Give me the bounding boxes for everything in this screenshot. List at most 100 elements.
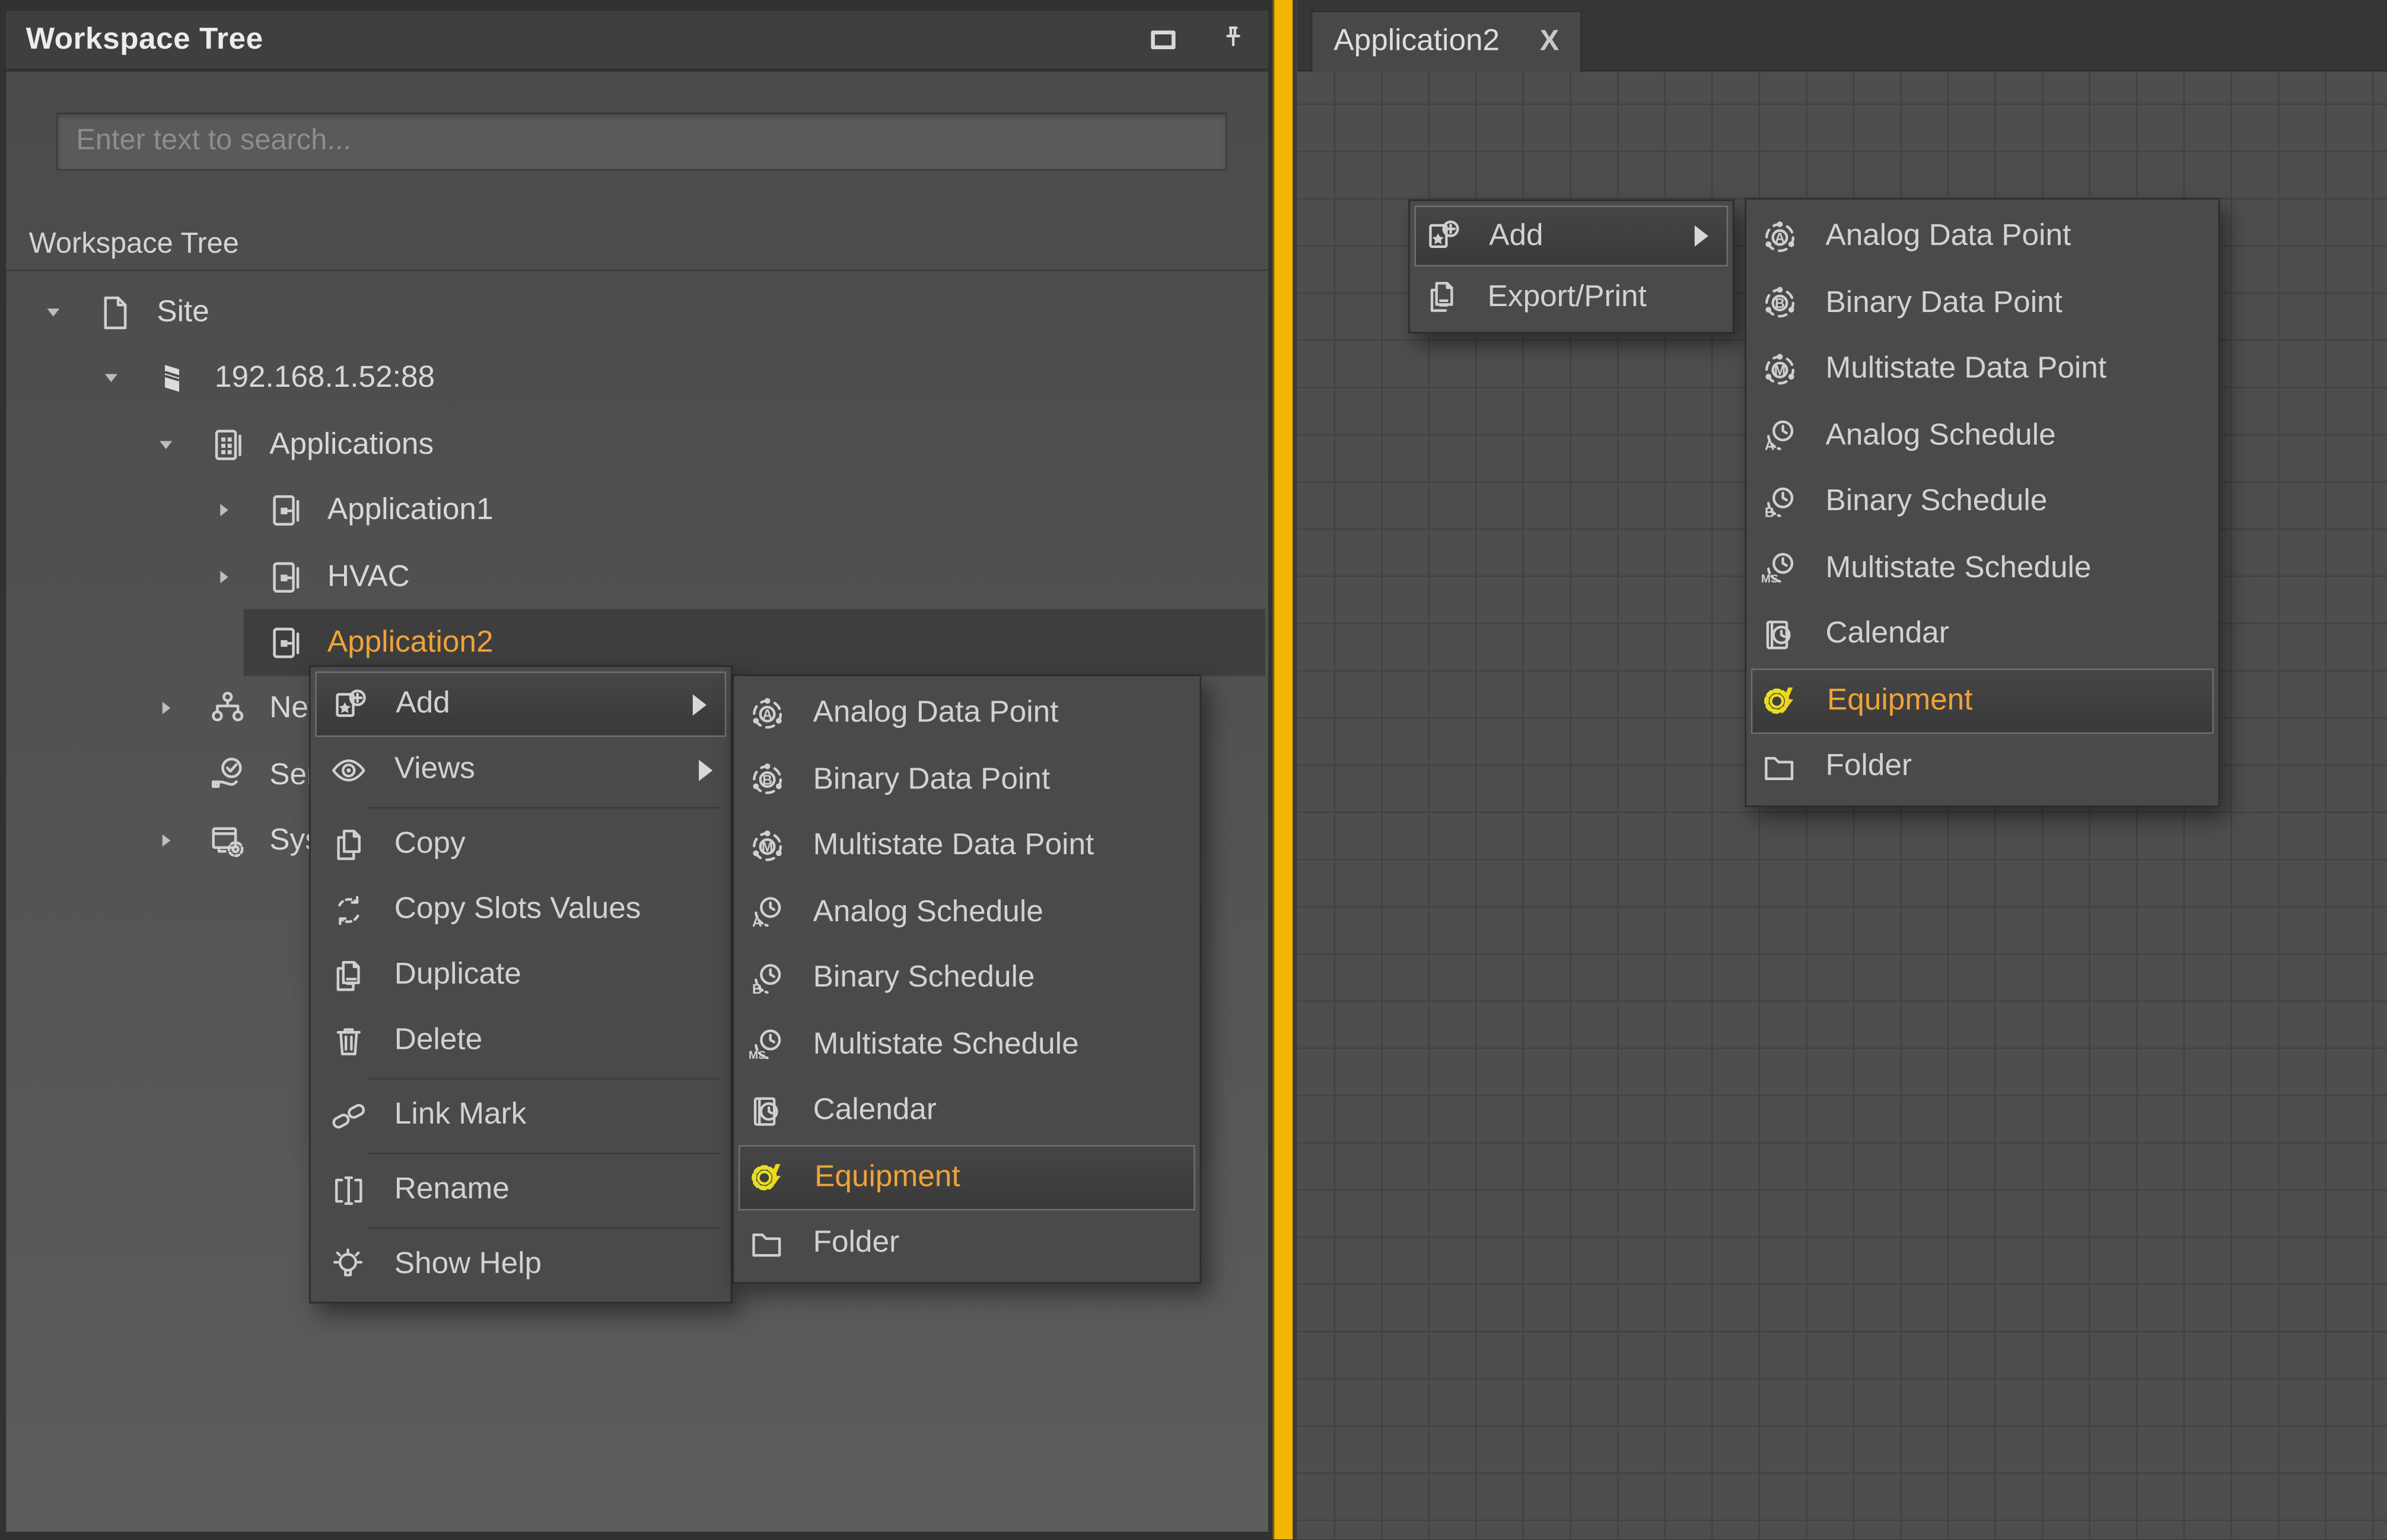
- calendar-icon: [747, 1092, 787, 1131]
- collapsed-arrow-icon[interactable]: [213, 499, 234, 521]
- menu-item-label: Binary Schedule: [1825, 485, 2203, 520]
- canvas-add-submenu-item-folder[interactable]: Folder: [1746, 734, 2219, 800]
- pin-icon[interactable]: [1214, 20, 1253, 59]
- menu-item-label: Folder: [1825, 749, 2203, 784]
- menu-item-label: Duplicate: [394, 957, 716, 992]
- tree-menu-item-link-mark[interactable]: Link Mark: [311, 1083, 731, 1148]
- svg-text:A: A: [1765, 438, 1775, 453]
- collapsed-arrow-icon[interactable]: [213, 567, 234, 588]
- tree-item-label: Applications: [269, 427, 434, 462]
- canvas-add-submenu-item-analog-schedule[interactable]: AAnalog Schedule: [1746, 403, 2219, 469]
- tree-item-application1[interactable]: Application1: [9, 476, 1265, 543]
- menu-item-label: Binary Data Point: [813, 762, 1185, 797]
- tree-menu-item-copy[interactable]: Copy: [311, 812, 731, 877]
- tab-label: Application2: [1333, 24, 1530, 59]
- tree-menu-item-add[interactable]: Add: [315, 672, 726, 737]
- menu-item-label: Analog Data Point: [813, 696, 1185, 731]
- menu-item-label: Equipment: [814, 1160, 1178, 1195]
- search-input[interactable]: [56, 113, 1227, 171]
- add-icon: [1424, 216, 1463, 256]
- tree-item-label: Application1: [327, 492, 494, 527]
- svg-text:A: A: [752, 914, 762, 930]
- tree-item-192-168-1-52-88[interactable]: 192.168.1.52:88: [9, 344, 1265, 411]
- menu-item-label: Delete: [394, 1023, 716, 1058]
- tree-item-label: Site: [157, 295, 209, 330]
- canvas-add-submenu-item-multistate-schedule[interactable]: MSMultistate Schedule: [1746, 535, 2219, 602]
- tab-application2[interactable]: Application2 X: [1311, 11, 1582, 72]
- views-icon: [329, 750, 368, 790]
- binary-data-point-icon: B: [747, 760, 787, 800]
- canvas-add-submenu-item-equipment[interactable]: Equipment: [1751, 667, 2214, 734]
- export-print-icon: [1422, 277, 1462, 317]
- add-icon: [330, 685, 370, 724]
- canvas-menu-item-add[interactable]: Add: [1414, 206, 1728, 267]
- tree-menu-item-copy-slots-values[interactable]: Copy Slots Values: [311, 877, 731, 942]
- collapsed-arrow-icon[interactable]: [155, 830, 177, 851]
- tree-item-hvac[interactable]: HVAC: [9, 543, 1265, 610]
- tree-menu-item-delete[interactable]: Delete: [311, 1008, 731, 1073]
- menu-separator: [311, 1223, 731, 1232]
- panel-title: Workspace Tree: [26, 22, 263, 57]
- tree-item-applications[interactable]: Applications: [9, 411, 1265, 478]
- svg-text:B: B: [752, 981, 762, 996]
- tree-add-submenu-item-folder[interactable]: Folder: [734, 1211, 1199, 1277]
- submenu-arrow-icon: [690, 692, 709, 717]
- panel-splitter[interactable]: [1273, 0, 1297, 1539]
- workspace-tree-panel-header: Workspace Tree: [6, 11, 1268, 72]
- tab-close-icon[interactable]: X: [1540, 25, 1559, 58]
- collapsed-arrow-icon[interactable]: [155, 698, 177, 719]
- tree-item-label: Application2: [327, 625, 494, 660]
- system-icon: [207, 820, 248, 861]
- tree-add-submenu-item-analog-data-point[interactable]: AAnalog Data Point: [734, 680, 1199, 747]
- tree-add-submenu-item-multistate-schedule[interactable]: MSMultistate Schedule: [734, 1012, 1199, 1078]
- tree-menu-item-duplicate[interactable]: Duplicate: [311, 943, 731, 1008]
- tree-add-submenu-item-binary-schedule[interactable]: BBinary Schedule: [734, 946, 1199, 1012]
- svg-text:M: M: [762, 839, 773, 854]
- menu-item-label: Copy Slots Values: [394, 892, 716, 927]
- tree-menu-item-rename[interactable]: Rename: [311, 1157, 731, 1223]
- application-window: Workspace Tree Workspace Tree Site 192.16…: [0, 0, 2387, 1540]
- tree-add-submenu-item-calendar[interactable]: Calendar: [734, 1078, 1199, 1144]
- submenu-arrow-icon: [1692, 224, 1711, 248]
- delete-icon: [329, 1021, 368, 1061]
- tree-section-label: Workspace Tree: [29, 228, 239, 262]
- menu-separator: [311, 803, 731, 812]
- expanded-arrow-icon[interactable]: [155, 434, 177, 456]
- tree-item-site[interactable]: Site: [9, 279, 1265, 346]
- tree-add-submenu-item-binary-data-point[interactable]: B Binary Data Point: [734, 747, 1199, 813]
- canvas-add-submenu-item-binary-data-point[interactable]: B Binary Data Point: [1746, 271, 2219, 337]
- binary-data-point-icon: B: [1760, 284, 1800, 323]
- menu-item-label: Multistate Data Point: [813, 829, 1185, 864]
- menu-item-label: Export/Print: [1488, 279, 1718, 314]
- tab-bar: Application2 X: [1297, 0, 2387, 72]
- canvas-add-submenu-item-multistate-data-point[interactable]: MMultistate Data Point: [1746, 336, 2219, 403]
- svg-text:B: B: [1775, 296, 1785, 311]
- canvas-add-submenu-item-binary-schedule[interactable]: B Binary Schedule: [1746, 469, 2219, 536]
- tree-item-label: HVAC: [327, 559, 410, 594]
- menu-item-label: Binary Data Point: [1825, 286, 2203, 321]
- svg-text:MS: MS: [749, 1050, 766, 1062]
- canvas-add-submenu-item-calendar[interactable]: Calendar: [1746, 602, 2219, 668]
- canvas-add-submenu-item-analog-data-point[interactable]: AAnalog Data Point: [1746, 204, 2219, 271]
- canvas-menu-item-export-print[interactable]: Export/Print: [1410, 266, 1733, 327]
- application-icon: [265, 489, 306, 530]
- tree-add-submenu-item-equipment[interactable]: Equipment: [739, 1144, 1195, 1211]
- menu-item-label: Analog Data Point: [1825, 219, 2203, 254]
- tree-add-submenu-item-multistate-data-point[interactable]: M Multistate Data Point: [734, 813, 1199, 880]
- tree-menu-item-show-help[interactable]: Show Help: [311, 1232, 731, 1297]
- svg-text:B: B: [1765, 504, 1775, 520]
- show-help-icon: [329, 1245, 368, 1284]
- services-icon: [207, 755, 248, 796]
- menu-item-label: Folder: [813, 1226, 1185, 1261]
- expanded-arrow-icon[interactable]: [100, 367, 122, 389]
- tree-add-submenu-item-analog-schedule[interactable]: AAnalog Schedule: [734, 879, 1199, 946]
- svg-text:B: B: [762, 772, 772, 788]
- controller-icon: [152, 357, 193, 398]
- menu-item-label: Add: [1489, 218, 1679, 253]
- window-restore-icon[interactable]: [1144, 20, 1183, 59]
- tree-menu-item-views[interactable]: Views: [311, 737, 731, 802]
- expanded-arrow-icon[interactable]: [43, 301, 64, 323]
- analog-schedule-icon: A: [747, 893, 787, 933]
- menu-item-label: Add: [396, 687, 677, 722]
- link-mark-icon: [329, 1096, 368, 1135]
